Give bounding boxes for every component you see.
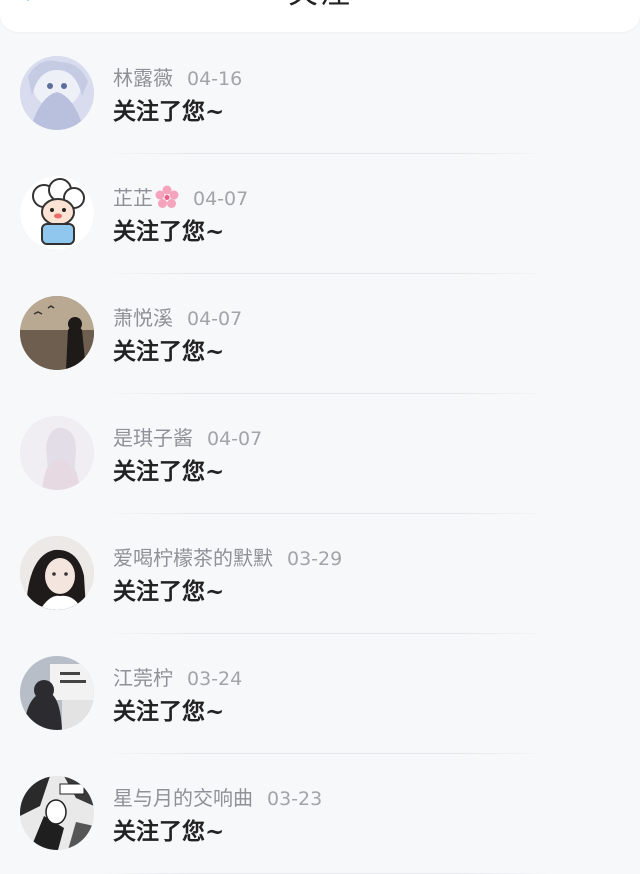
user-name[interactable]: 江莞柠	[113, 666, 173, 690]
notification-header: 星与月的交响曲 03-23	[113, 782, 322, 811]
timestamp: 03-29	[287, 548, 343, 570]
notification-header: 林露薇 04-16	[113, 62, 242, 91]
notification-message: 关注了您~	[113, 698, 225, 725]
user-name[interactable]: 是琪子酱	[113, 426, 193, 450]
timestamp: 03-24	[187, 668, 243, 690]
avatar[interactable]	[20, 296, 94, 370]
notification-header: 爱喝柠檬茶的默默 03-29	[113, 542, 342, 571]
notification-message: 关注了您~	[113, 458, 225, 485]
avatar[interactable]	[20, 656, 94, 730]
user-name[interactable]: 萧悦溪	[113, 306, 173, 330]
notification-header: 是琪子酱 04-07	[113, 422, 262, 451]
notification-header: 萧悦溪 04-07	[113, 302, 242, 331]
avatar[interactable]	[20, 536, 94, 610]
timestamp: 04-07	[207, 428, 263, 450]
notification-item[interactable]: 是琪子酱 04-07 关注了您~	[0, 394, 640, 514]
notification-header: 江莞柠 03-24	[113, 662, 242, 691]
notification-list: 林露薇 04-16 关注了您~ 芷芷 04-07 关注了您~ 萧悦溪 04-07…	[0, 34, 640, 874]
notification-item[interactable]: 爱喝柠檬茶的默默 03-29 关注了您~	[0, 514, 640, 634]
notification-item[interactable]: 芷芷 04-07 关注了您~	[0, 154, 640, 274]
cherry-blossom-icon	[155, 185, 179, 208]
avatar[interactable]	[20, 176, 94, 250]
user-name[interactable]: 芷芷	[113, 186, 153, 210]
notification-message: 关注了您~	[113, 818, 225, 845]
top-bar: 关注	[0, 0, 640, 32]
user-name[interactable]: 林露薇	[113, 66, 173, 90]
notification-message: 关注了您~	[113, 218, 225, 245]
notification-header: 芷芷 04-07	[113, 182, 248, 211]
notification-item[interactable]: 林露薇 04-16 关注了您~	[0, 34, 640, 154]
user-name[interactable]: 爱喝柠檬茶的默默	[113, 546, 273, 570]
user-name[interactable]: 星与月的交响曲	[113, 786, 253, 810]
notification-item[interactable]: 江莞柠 03-24 关注了您~	[0, 634, 640, 754]
avatar[interactable]	[20, 416, 94, 490]
page-title: 关注	[0, 0, 640, 9]
notification-message: 关注了您~	[113, 578, 225, 605]
timestamp: 04-07	[193, 188, 249, 210]
timestamp: 04-07	[187, 308, 243, 330]
notification-item[interactable]: 萧悦溪 04-07 关注了您~	[0, 274, 640, 394]
timestamp: 03-23	[267, 788, 323, 810]
avatar[interactable]	[20, 56, 94, 130]
notification-message: 关注了您~	[113, 98, 225, 125]
notification-message: 关注了您~	[113, 338, 225, 365]
avatar[interactable]	[20, 776, 94, 850]
notification-item[interactable]: 星与月的交响曲 03-23 关注了您~	[0, 754, 640, 874]
timestamp: 04-16	[187, 68, 243, 90]
